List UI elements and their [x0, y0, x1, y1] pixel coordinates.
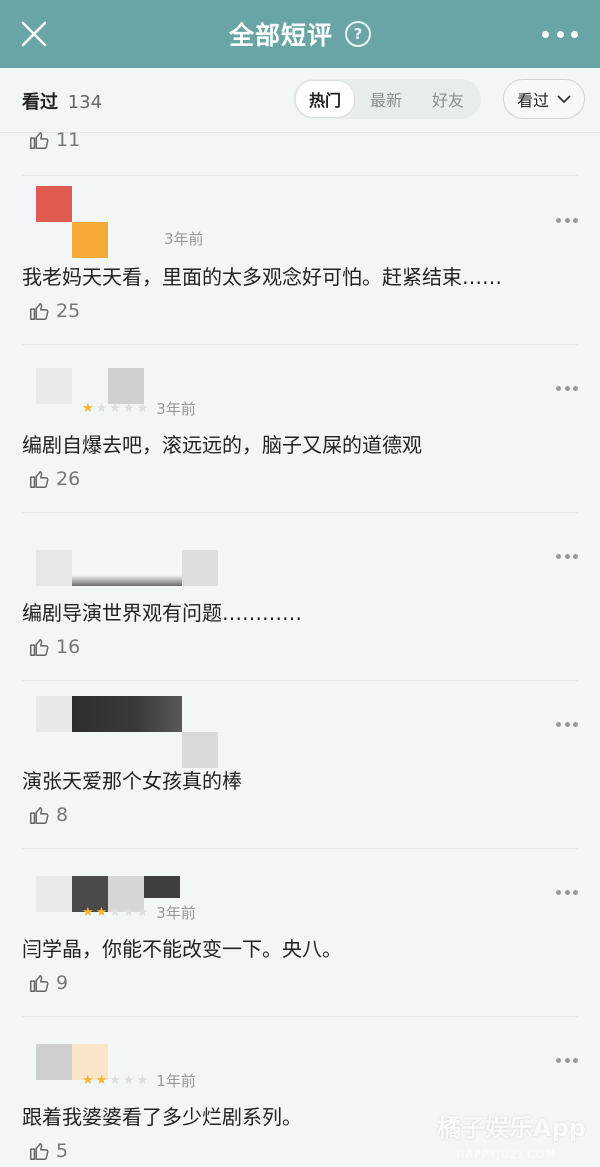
comment-meta: ★ ★ ★ ★ ★ 3年前 — [82, 398, 196, 419]
page-title: 全部短评 — [228, 21, 333, 50]
chevron-down-icon — [557, 95, 571, 104]
username-extra — [144, 876, 180, 898]
comment-text: 我老妈天天看，里面的太多观念好可怕。赶紧结束…… — [22, 265, 502, 289]
comment-text: 演张天爱那个女孩真的棒 — [22, 769, 242, 793]
tab-friends[interactable]: 好友 — [417, 81, 479, 117]
like-count: 11 — [56, 132, 81, 151]
avatar[interactable] — [36, 186, 72, 222]
more-dot — [556, 30, 564, 38]
username[interactable] — [72, 222, 108, 258]
thumbs-up-icon — [30, 302, 49, 320]
comment-feed[interactable]: 11 3年前 我老妈天天看，里面的太多观念好可怕。赶紧结束…… 25 ★ ★ ★ ★ ★… — [0, 132, 600, 1167]
thumbs-up-icon — [30, 974, 49, 992]
comment-more-button[interactable] — [556, 554, 578, 560]
rating-stars: ★ ★ ★ ★ ★ — [82, 1073, 149, 1088]
comment-text: 编剧导演世界观有问题………… — [22, 601, 302, 625]
username-extra — [182, 732, 218, 768]
thumbs-up-icon — [30, 132, 49, 149]
top-bar: 全部短评 ? — [0, 0, 600, 68]
thumbs-up-icon — [30, 806, 49, 824]
comment-item: 演张天爱那个女孩真的棒 8 — [0, 680, 600, 848]
more-button[interactable] — [542, 28, 578, 40]
comment-more-button[interactable] — [556, 386, 578, 392]
comment-item: 3年前 我老妈天天看，里面的太多观念好可怕。赶紧结束…… 25 — [0, 176, 600, 344]
comment-item: 编剧导演世界观有问题………… 16 — [0, 512, 600, 680]
more-dot — [571, 30, 578, 38]
status-dropdown[interactable]: 看过 — [503, 79, 585, 119]
avatar[interactable] — [36, 696, 72, 732]
avatar[interactable] — [36, 1044, 72, 1080]
watermark-subtext: HAPPYJUZI.COM — [456, 1148, 556, 1161]
comment-time: 3年前 — [156, 400, 196, 418]
comment-more-button[interactable] — [556, 1058, 578, 1064]
thumbs-up-icon — [30, 470, 49, 488]
like-button[interactable]: 8 — [28, 804, 68, 826]
comment-time: 3年前 — [156, 904, 196, 922]
watermark-text: 橘子娱乐App — [437, 1114, 586, 1142]
avatar[interactable] — [36, 368, 72, 404]
like-count: 9 — [56, 972, 69, 994]
comment-time: 3年前 — [164, 230, 204, 248]
comment-text: 跟着我婆婆看了多少烂剧系列。 — [22, 1105, 302, 1129]
like-button[interactable]: 25 — [28, 300, 80, 322]
tab-hot[interactable]: 热门 — [295, 80, 355, 118]
comment-more-button[interactable] — [556, 890, 578, 896]
more-dot — [542, 30, 549, 38]
comment-text: 编剧自爆去吧，滚远远的，脑子又屎的道德观 — [22, 433, 422, 457]
comment-more-button[interactable] — [556, 218, 578, 224]
username[interactable] — [72, 550, 182, 586]
username-extra — [182, 550, 218, 586]
tab-latest[interactable]: 最新 — [355, 81, 417, 117]
sort-segmented-control: 热门 最新 好友 — [293, 79, 481, 119]
comment-text: 闫学晶，你能不能改变一下。央八。 — [22, 937, 342, 961]
seen-label: 看过 — [22, 92, 58, 113]
comment-meta: ★ ★ ★ ★ ★ 1年前 — [82, 1070, 196, 1091]
username[interactable] — [72, 696, 182, 732]
seen-number: 134 — [67, 92, 103, 113]
like-count: 16 — [56, 636, 81, 658]
like-button[interactable]: 11 — [28, 132, 81, 151]
seen-count: 看过 134 — [22, 88, 102, 114]
comment-item: ★ ★ ★ ★ ★ 3年前 闫学晶，你能不能改变一下。央八。 9 — [0, 848, 600, 1016]
thumbs-up-icon — [30, 638, 49, 656]
like-button[interactable]: 26 — [28, 468, 80, 490]
dropdown-label: 看过 — [516, 91, 549, 110]
like-button[interactable]: 9 — [28, 972, 68, 994]
comment-meta: 3年前 — [164, 228, 204, 249]
comment-item: ★ ★ ★ ★ ★ 3年前 编剧自爆去吧，滚远远的，脑子又屎的道德观 26 — [0, 344, 600, 512]
thumbs-up-icon — [30, 1142, 49, 1160]
like-count: 26 — [56, 468, 81, 490]
like-button[interactable]: 16 — [28, 636, 80, 658]
comment-more-button[interactable] — [556, 722, 578, 728]
comment-meta: ★ ★ ★ ★ ★ 3年前 — [82, 902, 196, 923]
avatar[interactable] — [36, 876, 72, 912]
like-count: 25 — [56, 300, 81, 322]
comment-time: 1年前 — [156, 1072, 196, 1090]
question-circle-icon[interactable]: ? — [345, 21, 371, 47]
like-count: 5 — [56, 1140, 69, 1162]
like-count: 8 — [56, 804, 69, 826]
like-button[interactable]: 5 — [28, 1140, 68, 1162]
rating-stars: ★ ★ ★ ★ ★ — [82, 905, 149, 920]
comment-item: ★ ★ ★ ★ ★ 1年前 跟着我婆婆看了多少烂剧系列。 5 — [0, 1016, 600, 1167]
avatar[interactable] — [36, 550, 72, 586]
rating-stars: ★ ★ ★ ★ ★ — [82, 401, 149, 416]
